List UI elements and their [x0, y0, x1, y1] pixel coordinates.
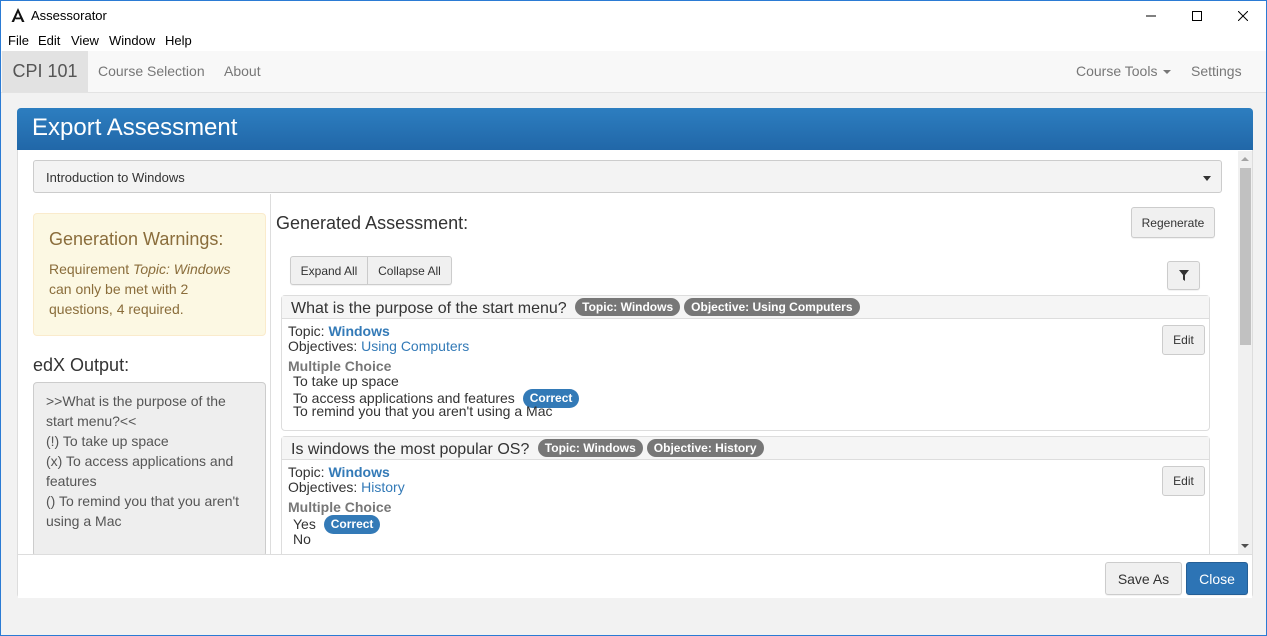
- objectives-label: Objectives:: [288, 479, 358, 495]
- objectives-row: Objectives: History: [288, 480, 1148, 495]
- close-icon: [1238, 11, 1248, 21]
- chevron-down-icon: [1163, 70, 1172, 75]
- question-title: What is the purpose of the start menu?: [291, 300, 567, 317]
- objective-link[interactable]: Using Computers: [361, 338, 469, 354]
- filter-button[interactable]: [1167, 261, 1200, 290]
- warnings-title: Generation Warnings:: [49, 229, 224, 249]
- navbar: CPI 101 Course Selection About Course To…: [1, 51, 1266, 93]
- edx-output-heading: edX Output:: [33, 355, 130, 375]
- window-title: Assessorator: [31, 8, 107, 23]
- close-button[interactable]: Close: [1186, 562, 1248, 595]
- menu-help[interactable]: Help: [165, 33, 192, 48]
- nav-settings[interactable]: Settings: [1191, 63, 1242, 79]
- nav-about[interactable]: About: [224, 63, 261, 79]
- menu-bar: File Edit View Window Help: [1, 31, 1266, 51]
- edx-line: (x) To access applications and features: [46, 453, 234, 489]
- edx-output-box[interactable]: >>What is the purpose of the start menu?…: [33, 382, 266, 557]
- objectives-row: Objectives: Using Computers: [288, 339, 1148, 354]
- edx-line: (!) To take up space: [46, 433, 169, 449]
- edit-question-button[interactable]: Edit: [1162, 466, 1205, 496]
- question-body: Topic: Windows Objectives: Using Compute…: [288, 324, 1148, 419]
- vertical-scrollbar[interactable]: [1238, 151, 1252, 554]
- minimize-icon: [1146, 15, 1156, 17]
- objective-badge: Objective: Using Computers: [684, 298, 860, 316]
- topic-row: Topic: Windows: [288, 465, 1148, 480]
- warning-text-rest: can only be met with 2 questions, 4 requ…: [49, 281, 189, 317]
- expand-all-button[interactable]: Expand All: [290, 256, 368, 285]
- topic-label: Topic:: [288, 464, 325, 480]
- save-as-button[interactable]: Save As: [1105, 562, 1182, 595]
- generation-warnings: Generation Warnings: Requirement Topic: …: [33, 213, 266, 336]
- generated-assessment-heading: Generated Assessment:: [276, 213, 469, 233]
- assessment-select-value: Introduction to Windows: [46, 170, 185, 185]
- question-card: What is the purpose of the start menu? T…: [281, 295, 1210, 431]
- answer-option-text: Yes: [293, 516, 316, 532]
- edx-line: >>What is the purpose of the start menu?…: [46, 393, 226, 429]
- filter-icon: [1178, 270, 1189, 281]
- app-logo-icon: [11, 8, 25, 22]
- menu-window[interactable]: Window: [109, 33, 155, 48]
- answer-option: No: [293, 531, 311, 547]
- question-type: Multiple Choice: [288, 499, 392, 515]
- regenerate-button[interactable]: Regenerate: [1131, 207, 1215, 238]
- topic-badge: Topic: Windows: [537, 439, 643, 457]
- objective-link[interactable]: History: [361, 479, 405, 495]
- nav-course-tools[interactable]: Course Tools: [1076, 63, 1172, 79]
- nav-course-selection[interactable]: Course Selection: [98, 63, 205, 79]
- question-header[interactable]: What is the purpose of the start menu? T…: [282, 296, 1209, 319]
- chevron-down-icon: [1203, 176, 1211, 181]
- course-brand[interactable]: CPI 101: [2, 51, 88, 92]
- question-header[interactable]: Is windows the most popular OS? Topic: W…: [282, 437, 1209, 460]
- question-type: Multiple Choice: [288, 358, 392, 374]
- question-body: Topic: Windows Objectives: History Multi…: [288, 465, 1148, 547]
- maximize-icon: [1192, 11, 1202, 21]
- edit-question-button[interactable]: Edit: [1162, 325, 1205, 355]
- close-window-button[interactable]: [1220, 1, 1266, 31]
- topic-link[interactable]: Windows: [328, 464, 389, 480]
- collapse-all-button[interactable]: Collapse All: [368, 256, 452, 285]
- panel-title: Export Assessment: [32, 114, 238, 141]
- answer-option-correct: Yes Correct: [288, 515, 1148, 534]
- panel-header: Export Assessment: [17, 108, 1253, 150]
- warning-topic: Topic: Windows: [133, 261, 231, 277]
- minimize-button[interactable]: [1128, 1, 1174, 31]
- edx-line: () To remind you that you aren't using a…: [46, 493, 240, 529]
- topic-label: Topic:: [288, 323, 325, 339]
- export-assessment-panel: Export Assessment Introduction to Window…: [17, 108, 1253, 598]
- panel-footer: Save As Close: [18, 554, 1252, 598]
- warning-message: Requirement Topic: Windows can only be m…: [49, 259, 254, 319]
- warning-text: Requirement: [49, 261, 134, 277]
- question-title-row: Is windows the most popular OS? Topic: W…: [291, 439, 764, 459]
- question-title: Is windows the most popular OS?: [291, 441, 530, 458]
- menu-view[interactable]: View: [71, 33, 99, 48]
- answer-option: To take up space: [293, 373, 399, 389]
- edx-output-text: >>What is the purpose of the start menu?…: [46, 391, 256, 531]
- question-title-row: What is the purpose of the start menu? T…: [291, 298, 860, 318]
- app-window: Assessorator File Edit View Window Help …: [0, 0, 1267, 636]
- topic-link[interactable]: Windows: [328, 323, 389, 339]
- title-bar: Assessorator: [1, 1, 1266, 31]
- scroll-up-icon[interactable]: [1241, 157, 1249, 161]
- menu-edit[interactable]: Edit: [38, 33, 60, 48]
- answer-option: To remind you that you aren't using a Ma…: [293, 403, 553, 419]
- nav-course-tools-label: Course Tools: [1076, 63, 1158, 79]
- topic-badge: Topic: Windows: [575, 298, 681, 316]
- question-card: Is windows the most popular OS? Topic: W…: [281, 436, 1210, 556]
- menu-file[interactable]: File: [8, 33, 29, 48]
- correct-badge: Correct: [323, 515, 381, 534]
- scroll-thumb[interactable]: [1240, 168, 1251, 345]
- column-divider: [270, 194, 271, 554]
- scroll-down-icon[interactable]: [1241, 544, 1249, 548]
- objectives-label: Objectives:: [288, 338, 358, 354]
- maximize-button[interactable]: [1174, 1, 1220, 31]
- objective-badge: Objective: History: [646, 439, 764, 457]
- answer-option-correct: To access applications and features Corr…: [288, 389, 1148, 408]
- assessment-select[interactable]: Introduction to Windows: [33, 160, 1222, 193]
- topic-row: Topic: Windows: [288, 324, 1148, 339]
